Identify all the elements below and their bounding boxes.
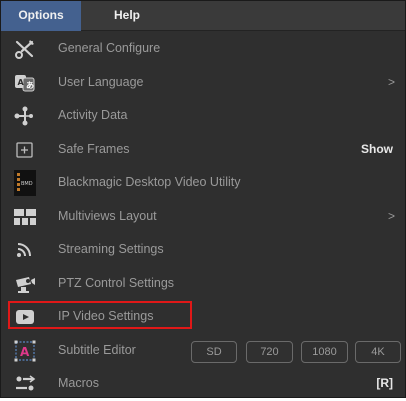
- menu-item-label: Streaming Settings: [58, 242, 164, 256]
- menu-item-label: PTZ Control Settings: [58, 275, 175, 290]
- resolution-720-button[interactable]: 720: [246, 340, 293, 363]
- safe-frames-icon: [13, 139, 37, 161]
- subtitle-icon-text: A: [20, 345, 30, 359]
- menu-item-safe-frames[interactable]: Safe Frames Show: [1, 133, 405, 167]
- menu-item-user-language[interactable]: A あ User Language >: [1, 66, 405, 100]
- menu-item-label: Safe Frames: [58, 141, 130, 156]
- svg-text:あ: あ: [26, 81, 34, 90]
- blackmagic-icon-text: BMD: [21, 181, 33, 187]
- menu-item-label: Multiviews Layout: [58, 208, 157, 223]
- submenu-arrow-icon: >: [387, 208, 395, 223]
- menu-item-ptz-control-settings[interactable]: PTZ Control Settings: [1, 267, 405, 301]
- menu-bar: Options Help: [1, 1, 405, 31]
- ptz-camera-icon: [13, 273, 37, 295]
- resolution-1080-button[interactable]: 1080: [301, 340, 348, 363]
- streaming-icon: [13, 239, 37, 261]
- macros-shortcut: [R]: [376, 376, 393, 390]
- help-menu-tab[interactable]: Help: [114, 1, 154, 31]
- safe-frames-toggle[interactable]: Show: [361, 133, 393, 167]
- options-menu-tab[interactable]: Options: [1, 1, 81, 31]
- menu-item-label: Activity Data: [58, 108, 128, 122]
- menu-item-label: Subtitle Editor: [58, 342, 136, 357]
- menu-item-label: Blackmagic Desktop Video Utility: [58, 175, 241, 189]
- menu-item-multiviews-layout[interactable]: Multiviews Layout >: [1, 200, 405, 234]
- macros-icon: [13, 373, 37, 395]
- options-menu-window: Options Help General Configure A あ User …: [0, 0, 406, 398]
- submenu-arrow-icon: >: [387, 74, 395, 89]
- ip-video-settings-highlight: [8, 301, 192, 329]
- menu-item-label: General Configure: [58, 41, 161, 55]
- svg-text:A: A: [18, 78, 25, 87]
- menu-item-macros[interactable]: Macros [R]: [1, 367, 405, 401]
- resolution-sd-button[interactable]: SD: [191, 340, 237, 363]
- menu-item-subtitle-editor[interactable]: A Subtitle Editor SD 720 1080 4K: [1, 334, 405, 368]
- subtitle-icon: A: [13, 340, 37, 362]
- menu-item-streaming-settings[interactable]: Streaming Settings: [1, 233, 405, 267]
- menu-item-blackmagic-utility[interactable]: BMD Blackmagic Desktop Video Utility: [1, 166, 405, 200]
- options-dropdown: General Configure A あ User Language > Ac…: [1, 32, 405, 401]
- menu-item-label: Macros: [58, 376, 99, 390]
- resolution-4k-button[interactable]: 4K: [355, 340, 401, 363]
- language-icon: A あ: [13, 72, 37, 94]
- tools-icon: [13, 38, 37, 60]
- blackmagic-icon: BMD: [13, 170, 37, 196]
- menu-item-label: User Language: [58, 74, 144, 89]
- activity-icon: [13, 105, 37, 127]
- multiviews-icon: [13, 206, 37, 228]
- menu-item-activity-data[interactable]: Activity Data: [1, 99, 405, 133]
- menu-item-general-configure[interactable]: General Configure: [1, 32, 405, 66]
